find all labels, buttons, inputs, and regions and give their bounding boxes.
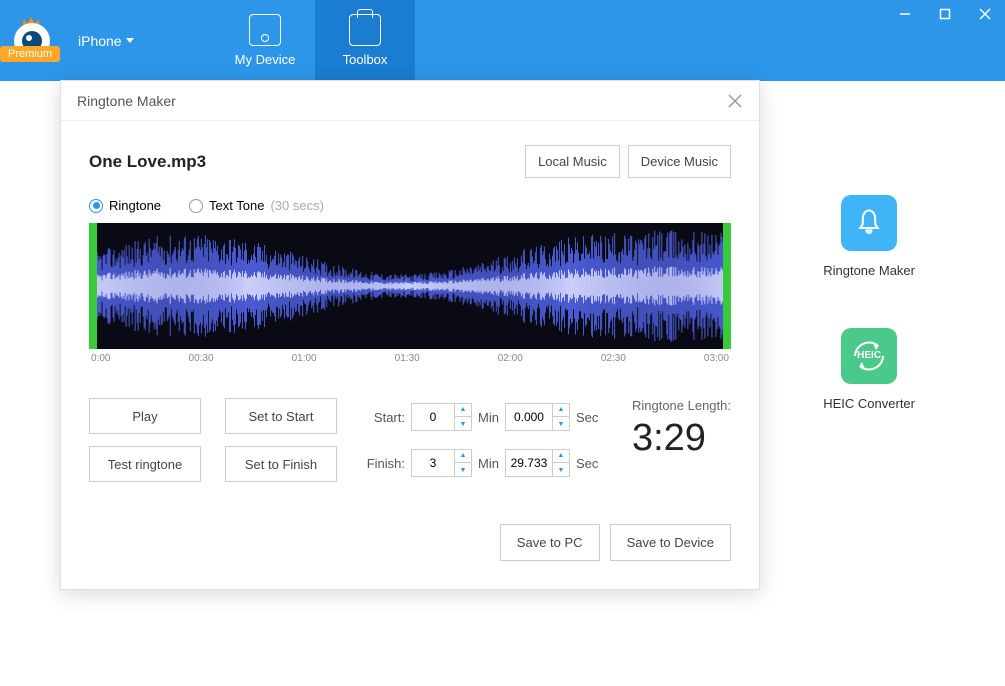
close-button[interactable]	[965, 0, 1005, 28]
set-column: Set to Start Set to Finish	[225, 398, 337, 482]
waveform-svg	[89, 223, 731, 349]
radio-text-tone-hint: (30 secs)	[270, 198, 323, 213]
device-selector[interactable]: iPhone	[78, 33, 134, 49]
device-music-button[interactable]: Device Music	[628, 145, 731, 178]
chevron-up-icon[interactable]: ▲	[455, 449, 471, 463]
min-unit: Min	[478, 410, 499, 425]
tab-toolbox[interactable]: Toolbox	[315, 0, 415, 81]
save-to-device-button[interactable]: Save to Device	[610, 524, 731, 561]
local-music-button[interactable]: Local Music	[525, 145, 620, 178]
test-ringtone-button[interactable]: Test ringtone	[89, 446, 201, 482]
ruler-tick: 02:30	[601, 353, 626, 364]
maximize-button[interactable]	[925, 0, 965, 28]
length-block: Ringtone Length: 3:29	[632, 398, 731, 482]
tab-my-device-label: My Device	[235, 52, 296, 67]
file-row: One Love.mp3 Local Music Device Music	[89, 145, 731, 178]
ruler-tick: 01:00	[292, 353, 317, 364]
radio-ringtone-label: Ringtone	[109, 198, 161, 213]
radio-icon	[89, 199, 103, 213]
radio-text-tone-label: Text Tone	[209, 198, 264, 213]
set-to-finish-button[interactable]: Set to Finish	[225, 446, 337, 482]
tab-my-device[interactable]: My Device	[215, 0, 315, 81]
tab-toolbox-label: Toolbox	[343, 52, 388, 67]
ringtone-maker-dialog: Ringtone Maker One Love.mp3 Local Music …	[60, 80, 760, 590]
sec-unit: Sec	[576, 410, 598, 425]
device-icon	[249, 14, 281, 46]
dialog-body: One Love.mp3 Local Music Device Music Ri…	[61, 121, 759, 589]
min-unit: Min	[478, 456, 499, 471]
dialog-close-button[interactable]	[727, 93, 743, 109]
app-header: Premium iPhone My Device Toolbox	[0, 0, 1005, 81]
ruler-tick: 03:00	[704, 353, 729, 364]
chevron-down-icon[interactable]: ▼	[455, 463, 471, 477]
tool-ringtone-label: Ringtone Maker	[823, 263, 915, 278]
finish-label: Finish:	[361, 456, 405, 471]
waveform[interactable]	[89, 223, 731, 349]
chevron-up-icon[interactable]: ▲	[553, 449, 569, 463]
dialog-title: Ringtone Maker	[77, 93, 176, 109]
chevron-down-icon[interactable]: ▼	[553, 463, 569, 477]
chevron-up-icon[interactable]: ▲	[455, 403, 471, 417]
main-tabs: My Device Toolbox	[215, 0, 415, 81]
chevron-down-icon[interactable]: ▼	[455, 417, 471, 431]
tone-type-radios: Ringtone Text Tone (30 secs)	[89, 198, 731, 213]
trim-end-handle[interactable]	[723, 223, 731, 349]
close-icon	[728, 94, 742, 108]
save-to-pc-button[interactable]: Save to PC	[500, 524, 600, 561]
chevron-up-icon[interactable]: ▲	[553, 403, 569, 417]
heic-icon: HEIC	[841, 328, 897, 384]
bell-icon	[841, 195, 897, 251]
logo-block: Premium iPhone	[0, 0, 215, 81]
tool-heic-label: HEIC Converter	[823, 396, 915, 411]
tool-heic-converter[interactable]: HEIC HEIC Converter	[823, 328, 915, 411]
ruler-tick: 00:30	[189, 353, 214, 364]
window-controls	[885, 0, 1005, 28]
play-column: Play Test ringtone	[89, 398, 201, 482]
time-ruler: 0:00 00:30 01:00 01:30 02:00 02:30 03:00	[89, 353, 731, 364]
start-sec-stepper[interactable]: ▲▼	[505, 403, 570, 431]
play-button[interactable]: Play	[89, 398, 201, 434]
radio-ringtone[interactable]: Ringtone	[89, 198, 161, 213]
ruler-tick: 0:00	[91, 353, 110, 364]
dialog-footer: Save to PC Save to Device	[89, 524, 731, 561]
dialog-header: Ringtone Maker	[61, 81, 759, 121]
minimize-button[interactable]	[885, 0, 925, 28]
set-to-start-button[interactable]: Set to Start	[225, 398, 337, 434]
ruler-tick: 02:00	[498, 353, 523, 364]
sec-unit: Sec	[576, 456, 598, 471]
ruler-tick: 01:30	[395, 353, 420, 364]
music-source-buttons: Local Music Device Music	[525, 145, 731, 178]
file-name: One Love.mp3	[89, 152, 206, 172]
radio-icon	[189, 199, 203, 213]
chevron-down-icon	[126, 38, 134, 43]
premium-badge: Premium	[0, 46, 60, 62]
chevron-down-icon[interactable]: ▼	[553, 417, 569, 431]
length-value: 3:29	[632, 417, 731, 460]
tool-ringtone-maker[interactable]: Ringtone Maker	[823, 195, 915, 278]
toolbox-panel: Ringtone Maker HEIC HEIC Converter	[823, 195, 915, 411]
finish-min-stepper[interactable]: ▲▼	[411, 449, 472, 477]
controls-area: Play Test ringtone Set to Start Set to F…	[89, 398, 731, 482]
start-min-input[interactable]	[412, 410, 454, 424]
start-min-stepper[interactable]: ▲▼	[411, 403, 472, 431]
time-grid: Start: ▲▼ Min ▲▼ Sec Finish: ▲▼ Min ▲▼ S…	[361, 398, 598, 482]
trim-start-handle[interactable]	[89, 223, 97, 349]
start-label: Start:	[361, 410, 405, 425]
start-sec-input[interactable]	[506, 410, 552, 424]
finish-sec-stepper[interactable]: ▲▼	[505, 449, 570, 477]
finish-min-input[interactable]	[412, 456, 454, 470]
finish-sec-input[interactable]	[506, 456, 552, 470]
heic-badge-text: HEIC	[849, 350, 889, 361]
device-name: iPhone	[78, 33, 122, 49]
length-label: Ringtone Length:	[632, 398, 731, 413]
radio-text-tone[interactable]: Text Tone (30 secs)	[189, 198, 324, 213]
toolbox-icon	[349, 14, 381, 46]
